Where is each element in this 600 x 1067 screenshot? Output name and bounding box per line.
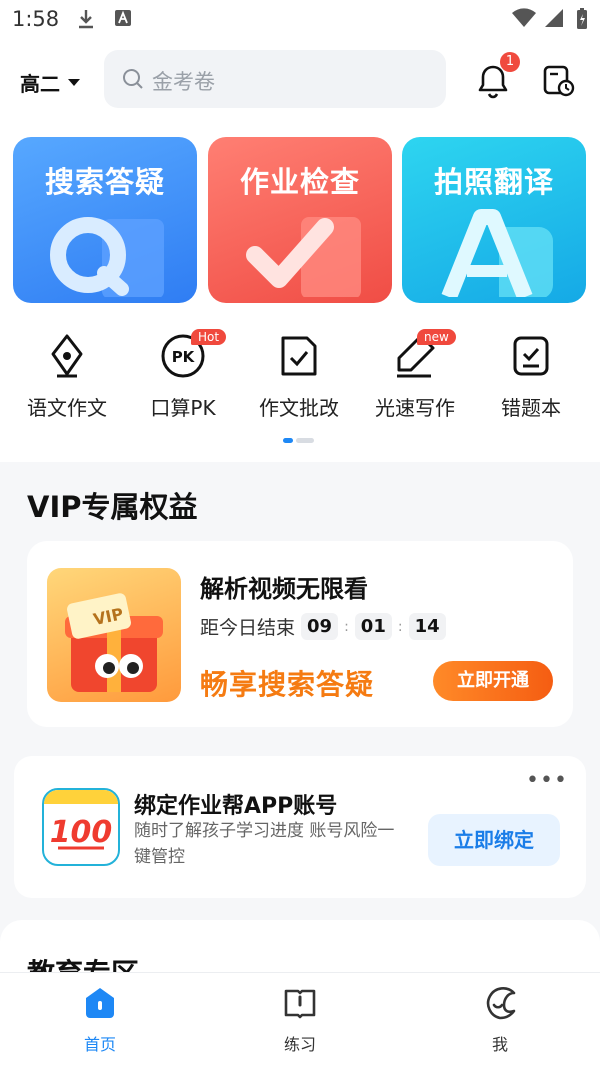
feature-card-label: 作业检查 — [239, 165, 360, 199]
feature-card-label: 拍照翻译 — [433, 165, 554, 199]
countdown-colon: : — [397, 618, 403, 635]
grade-selector[interactable]: 高二 — [20, 68, 80, 97]
countdown-colon: : — [344, 618, 349, 635]
quick-access-area: 搜索答疑 作业检查 拍照翻译 语文作文 PK Hot 口算PK 作文批改 new… — [0, 122, 600, 462]
magnifier-q-icon — [50, 217, 164, 297]
search-icon — [123, 69, 143, 89]
bind-now-button[interactable]: 立即绑定 — [428, 814, 560, 866]
checkmark-icon — [246, 217, 361, 297]
tab-label: 练习 — [283, 1035, 316, 1054]
tab-me[interactable]: 我 — [440, 985, 560, 1055]
download-icon — [79, 10, 93, 29]
logo-text: 100 — [50, 815, 113, 850]
battery-icon — [577, 8, 587, 29]
document-check-icon — [281, 336, 317, 376]
gift-box-icon: VIP — [65, 593, 163, 692]
tab-label: 首页 — [83, 1035, 116, 1054]
signal-icon — [545, 9, 563, 27]
tab-practice[interactable]: 练习 — [240, 985, 360, 1055]
notebook-check-icon — [513, 336, 549, 376]
vip-card[interactable]: VIP 解析视频无限看 距今日结束 09 : 01 : 14 畅享搜索答疑 立即… — [27, 541, 573, 727]
bind-title: 绑定作业帮APP账号 — [134, 794, 338, 819]
vip-countdown: 距今日结束 09 : 01 : 14 — [200, 613, 446, 640]
tool-label: 口算PK — [150, 396, 216, 420]
tool-label: 语文作文 — [27, 396, 107, 420]
notification-badge: 1 — [500, 52, 520, 72]
grade-label: 高二 — [20, 72, 60, 96]
new-tag: new — [417, 329, 456, 345]
logo-100-icon: 100 — [44, 790, 118, 850]
feature-card-photo-translate[interactable]: 拍照翻译 — [402, 137, 586, 303]
tool-label: 错题本 — [501, 396, 561, 420]
app-logo: 100 — [42, 788, 120, 866]
tool-row: 语文作文 PK Hot 口算PK 作文批改 new 光速写作 错题本 — [0, 320, 600, 420]
app-notification-icon — [115, 10, 131, 26]
tool-chinese-essay[interactable]: 语文作文 — [8, 320, 126, 421]
vip-section-title: VIP专属权益 — [27, 490, 198, 524]
tool-label: 光速写作 — [375, 396, 455, 420]
vip-card-title: 解析视频无限看 — [200, 575, 368, 603]
feature-card-search-answer[interactable]: 搜索答疑 — [13, 137, 197, 303]
header: 高二 金考卷 1 — [0, 40, 600, 122]
status-time: 1:58 — [12, 7, 60, 31]
bottom-tab-bar: 首页 练习 我 — [0, 972, 600, 1067]
pen-nib-icon — [51, 334, 83, 378]
more-options-icon[interactable]: ••• — [526, 768, 568, 793]
feature-card-homework-check[interactable]: 作业检查 — [208, 137, 392, 303]
caret-down-icon — [68, 79, 80, 86]
wifi-icon — [512, 8, 536, 27]
bind-account-card: 100 绑定作业帮APP账号 随时了解孩子学习进度 账号风险一键管控 立即绑定 … — [14, 756, 586, 898]
tool-quick-writing[interactable]: new 光速写作 — [356, 320, 474, 421]
hot-tag: Hot — [191, 329, 227, 345]
svg-text:PK: PK — [172, 348, 196, 366]
tool-essay-correction[interactable]: 作文批改 — [240, 320, 358, 421]
tab-home[interactable]: 首页 — [40, 985, 160, 1055]
page-dot-active — [283, 438, 293, 443]
profile-leaf-icon — [486, 987, 516, 1020]
countdown-seconds: 14 — [408, 613, 446, 640]
status-bar: 1:58 — [0, 0, 600, 40]
search-input[interactable]: 金考卷 — [104, 50, 446, 108]
letter-a-icon — [441, 209, 553, 297]
countdown-hours: 09 — [301, 613, 339, 640]
tool-label: 作文批改 — [259, 396, 339, 420]
history-icon[interactable] — [542, 64, 576, 98]
vip-gift-image: VIP — [47, 568, 181, 702]
search-placeholder: 金考卷 — [152, 70, 215, 94]
page-dot — [296, 438, 314, 443]
feature-card-label: 搜索答疑 — [44, 165, 165, 199]
tool-mistake-book[interactable]: 错题本 — [472, 320, 590, 421]
book-icon — [284, 989, 316, 1019]
countdown-label: 距今日结束 — [200, 617, 296, 639]
education-zone: 教育专区 — [0, 920, 600, 980]
vip-promo-text: 畅享搜索答疑 — [200, 668, 375, 701]
tab-label: 我 — [491, 1035, 508, 1054]
page-indicator — [283, 438, 314, 443]
countdown-minutes: 01 — [354, 613, 392, 640]
vip-activate-button[interactable]: 立即开通 — [433, 661, 553, 701]
home-icon — [86, 988, 114, 1018]
bind-description: 随时了解孩子学习进度 账号风险一键管控 — [134, 821, 395, 867]
tool-mental-math-pk[interactable]: PK Hot 口算PK — [124, 320, 242, 421]
